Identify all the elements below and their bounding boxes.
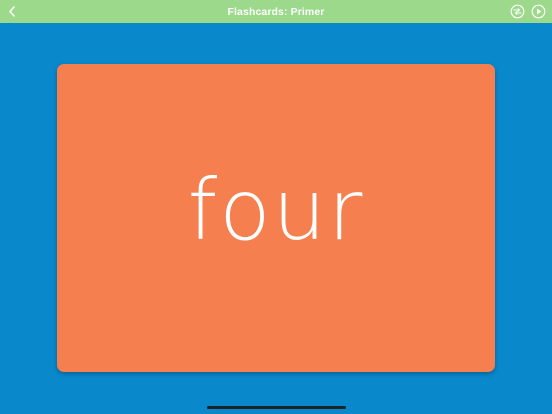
back-button[interactable] — [4, 3, 20, 20]
home-indicator[interactable] — [207, 406, 346, 409]
page-title: Flashcards: Primer — [227, 5, 325, 18]
flashcard[interactable]: four — [57, 64, 495, 372]
top-bar: Flashcards: Primer — [0, 0, 552, 23]
flashcard-word: four — [187, 161, 365, 259]
chevron-left-icon — [9, 6, 15, 17]
play-button[interactable] — [531, 4, 546, 19]
shuffle-icon — [510, 4, 525, 19]
play-icon — [531, 4, 546, 19]
shuffle-button[interactable] — [510, 4, 525, 19]
